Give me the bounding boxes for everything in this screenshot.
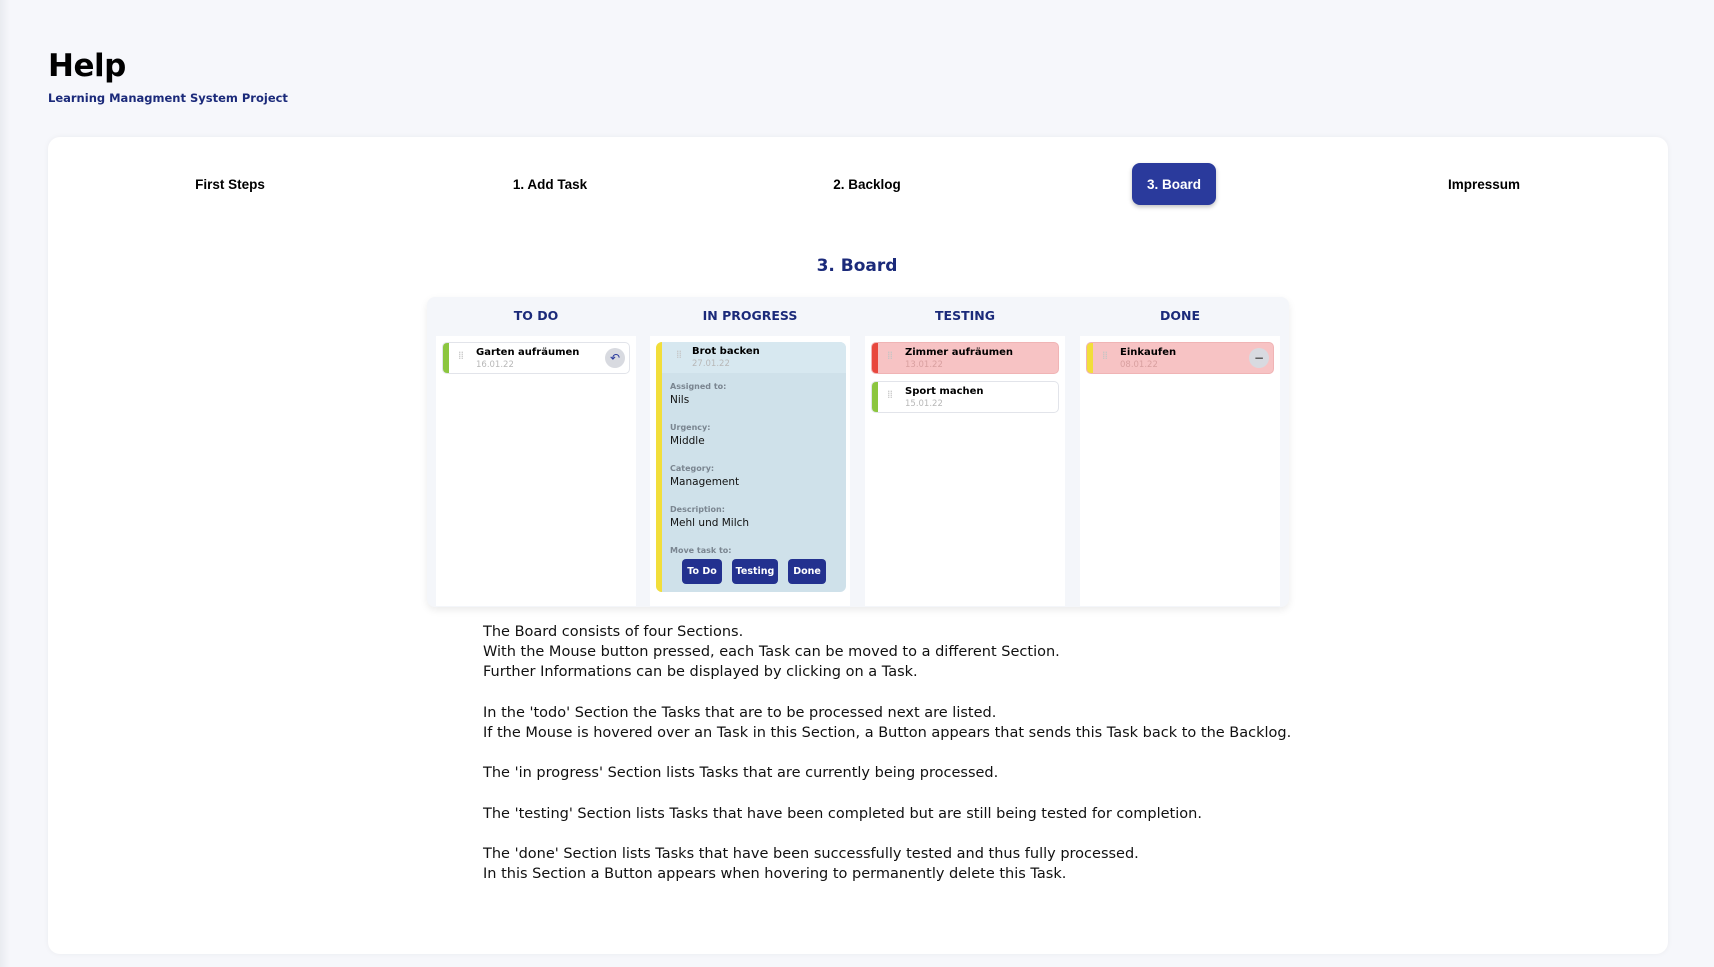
drag-handle-icon[interactable]: ⁞⁞ — [887, 350, 897, 361]
assigned-value: Nils — [670, 394, 690, 406]
delete-task-icon[interactable]: − — [1249, 348, 1269, 368]
move-to-todo-button[interactable]: To Do — [682, 559, 722, 584]
task-name: Sport machen — [905, 386, 984, 397]
column-header-in-progress: IN PROGRESS — [702, 308, 798, 323]
drag-handle-icon[interactable]: ⁞⁞ — [458, 350, 468, 361]
urgency-bar — [872, 343, 878, 373]
description-line: In the 'todo' Section the Tasks that are… — [483, 704, 997, 721]
task-date: 16.01.22 — [476, 360, 514, 370]
description-line: In this Section a Button appears when ho… — [483, 866, 1067, 883]
task-card-expanded[interactable]: ⁞⁞ Brot backen 27.01.22 Assigned to: Nil… — [656, 342, 846, 592]
page-title: Help — [48, 48, 126, 84]
tab-impressum[interactable]: Impressum — [1414, 163, 1554, 205]
urgency-value: Middle — [670, 435, 705, 447]
move-to-testing-button[interactable]: Testing — [732, 559, 778, 584]
task-date: 15.01.22 — [905, 399, 943, 409]
column-header-todo: TO DO — [513, 308, 559, 323]
column-done — [1080, 336, 1280, 606]
task-date: 13.01.22 — [905, 360, 943, 370]
drag-handle-icon[interactable]: ⁞⁞ — [1102, 350, 1112, 361]
description-line: The 'in progress' Section lists Tasks th… — [483, 765, 999, 782]
move-task-label: Move task to: — [670, 546, 732, 555]
description-line: The Board consists of four Sections. — [483, 624, 744, 640]
tab-first-steps[interactable]: First Steps — [160, 163, 300, 205]
move-to-done-button[interactable]: Done — [788, 559, 826, 584]
urgency-bar — [1087, 343, 1093, 373]
page-edge — [0, 0, 10, 967]
task-name: Garten aufräumen — [476, 347, 580, 358]
task-name: Zimmer aufräumen — [905, 347, 1014, 358]
description-line: The 'testing' Section lists Tasks that h… — [483, 805, 1202, 822]
description-line: The 'done' Section lists Tasks that have… — [483, 846, 1139, 863]
task-date: 27.01.22 — [692, 359, 730, 369]
task-card[interactable]: ⁞⁞ Garten aufräumen 16.01.22 ↶ — [442, 342, 630, 374]
page-subtitle: Learning Managment System Project — [48, 91, 288, 105]
description-value: Mehl und Milch — [670, 517, 750, 529]
urgency-label: Urgency: — [670, 423, 711, 432]
assigned-label: Assigned to: — [670, 382, 727, 391]
task-date: 08.01.22 — [1120, 360, 1158, 370]
urgency-bar — [443, 343, 449, 373]
category-label: Category: — [670, 464, 715, 473]
tab-backlog[interactable]: 2. Backlog — [797, 163, 937, 205]
description-line: With the Mouse button pressed, each Task… — [483, 644, 1060, 661]
task-name: Brot backen — [692, 346, 760, 357]
back-to-backlog-icon[interactable]: ↶ — [605, 348, 625, 368]
task-card[interactable]: ⁞⁞ Sport machen 15.01.22 — [871, 381, 1059, 413]
category-value: Management — [670, 476, 740, 488]
section-title: 3. Board — [816, 256, 898, 276]
tab-board[interactable]: 3. Board — [1132, 163, 1216, 205]
urgency-bar — [656, 342, 662, 592]
column-todo — [436, 336, 636, 606]
tab-add-task[interactable]: 1. Add Task — [480, 163, 620, 205]
urgency-bar — [872, 382, 878, 412]
description-line: Further Informations can be displayed by… — [483, 664, 918, 681]
description-label: Description: — [670, 505, 725, 514]
board-description: The Board consists of four Sections. Wit… — [483, 622, 1291, 885]
column-header-done: DONE — [1159, 308, 1200, 323]
task-card[interactable]: ⁞⁞ Einkaufen 08.01.22 − — [1086, 342, 1274, 374]
column-testing — [865, 336, 1065, 606]
description-line: If the Mouse is hovered over an Task in … — [483, 725, 1292, 741]
drag-handle-icon[interactable]: ⁞⁞ — [887, 389, 897, 400]
task-card[interactable]: ⁞⁞ Zimmer aufräumen 13.01.22 — [871, 342, 1059, 374]
task-name: Einkaufen — [1120, 347, 1177, 358]
column-header-testing: TESTING — [935, 308, 995, 323]
drag-handle-icon[interactable]: ⁞⁞ — [676, 349, 682, 360]
